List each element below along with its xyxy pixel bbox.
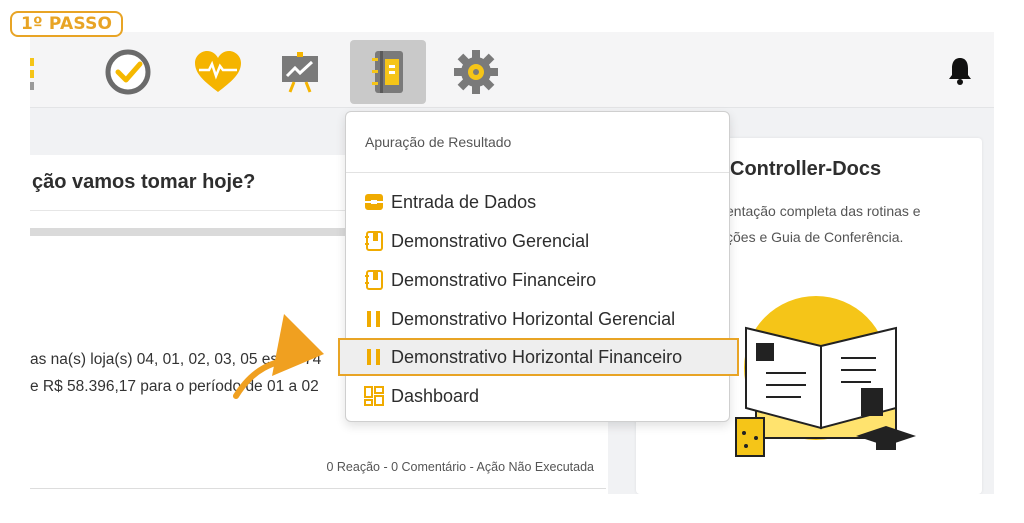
- feed-divider: [30, 488, 606, 489]
- screenshot: ção vamos tomar hoje? as na(s) loja(s) 0…: [0, 0, 1024, 523]
- docs-line-1: entação completa das rotinas e: [726, 203, 921, 219]
- columns-icon: [363, 308, 385, 330]
- menu-item-label: Demonstrativo Financeiro: [391, 269, 597, 290]
- feed-meta[interactable]: 0 Reação - 0 Comentário - Ação Não Execu…: [326, 460, 594, 474]
- menu-item-demonstrativo-horizontal-financeiro[interactable]: Demonstrativo Horizontal Financeiro: [338, 338, 739, 376]
- menu-item-label: Demonstrativo Horizontal Financeiro: [391, 346, 683, 367]
- docs-line-2: ções e Guia de Conferência.: [726, 229, 904, 245]
- menu-item-dashboard[interactable]: Dashboard: [346, 377, 729, 415]
- menu-item-label: Dashboard: [391, 385, 480, 406]
- top-navbar: [30, 32, 994, 108]
- gear-icon[interactable]: [438, 40, 514, 104]
- heart-pulse-icon[interactable]: [180, 40, 256, 104]
- clock-check-icon[interactable]: [90, 40, 166, 104]
- columns-icon: [363, 346, 385, 368]
- menu-item-demonstrativo-gerencial[interactable]: Demonstrativo Gerencial: [346, 222, 729, 260]
- docs-illustration: [726, 288, 926, 468]
- inbox-icon: [363, 191, 385, 213]
- menu-item-entrada-de-dados[interactable]: Entrada de Dados: [346, 183, 729, 221]
- pointer-arrow-icon: [232, 310, 332, 405]
- chart-board-icon[interactable]: [262, 40, 338, 104]
- notebook-icon: [363, 269, 385, 291]
- notebook-icon[interactable]: [350, 40, 426, 104]
- dashboard-icon: [363, 385, 385, 407]
- dropdown-header: Apuração de Resultado: [346, 112, 729, 173]
- notebook-icon: [363, 230, 385, 252]
- menu-icon[interactable]: [30, 40, 66, 104]
- menu-item-label: Demonstrativo Horizontal Gerencial: [391, 308, 676, 329]
- menu-item-label: Demonstrativo Gerencial: [391, 230, 590, 251]
- step-badge: 1º PASSO: [10, 11, 124, 37]
- docs-title: Controller-Docs: [730, 158, 882, 180]
- apuracao-dropdown-menu: Apuração de Resultado Entrada de Dados D…: [338, 111, 739, 422]
- menu-item-demonstrativo-financeiro[interactable]: Demonstrativo Financeiro: [346, 261, 729, 299]
- bell-icon[interactable]: [948, 56, 972, 86]
- menu-item-label: Entrada de Dados: [391, 191, 537, 212]
- menu-item-demonstrativo-horizontal-gerencial[interactable]: Demonstrativo Horizontal Gerencial: [346, 300, 729, 338]
- docs-description: entação completa das rotinas e ções e Gu…: [726, 198, 976, 250]
